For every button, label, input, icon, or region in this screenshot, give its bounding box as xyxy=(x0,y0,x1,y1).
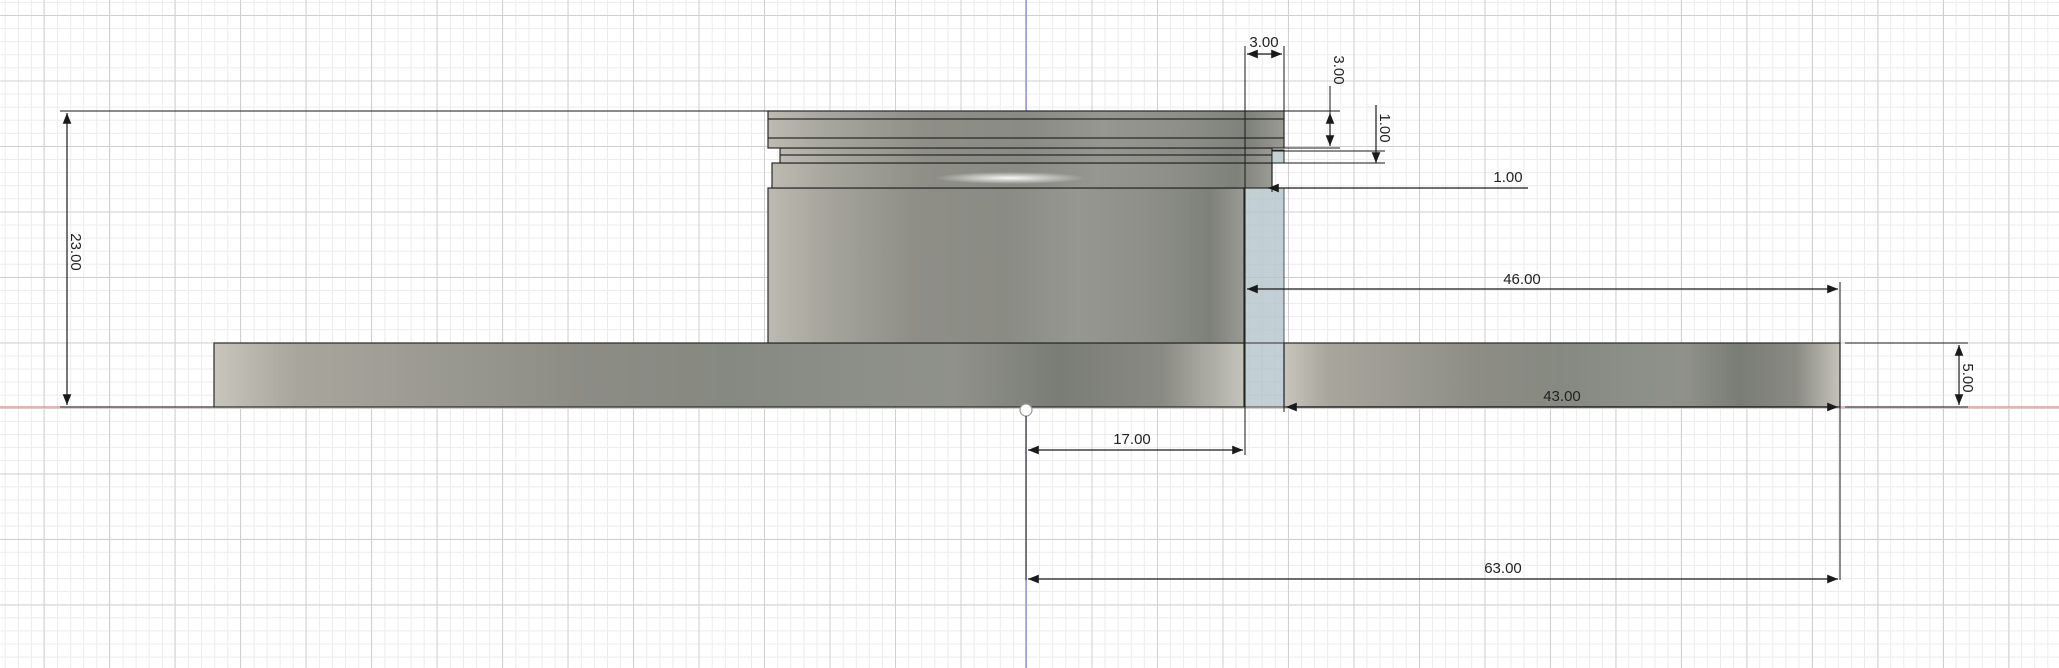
sketch-canvas[interactable]: 23.00 3.00 3.00 1.00 1.00 46.00 43.00 5.… xyxy=(0,0,2059,668)
origin-point[interactable] xyxy=(1019,403,1033,417)
cylinder-body[interactable] xyxy=(767,187,1245,344)
outer-radius-label[interactable]: 63.00 xyxy=(1484,560,1522,577)
lid[interactable] xyxy=(767,110,1285,149)
step-height-label[interactable]: 1.00 xyxy=(1376,113,1393,142)
base-thickness-label[interactable]: 5.00 xyxy=(1959,363,1976,392)
lid-width-label[interactable]: 3.00 xyxy=(1249,34,1278,51)
base-plate[interactable] xyxy=(213,342,1245,408)
step-offset-label[interactable]: 1.00 xyxy=(1493,169,1522,186)
lid-height-label[interactable]: 3.00 xyxy=(1330,55,1347,84)
lid-step-selected[interactable] xyxy=(1271,149,1285,164)
base-plate-selected-face[interactable] xyxy=(1243,342,1285,408)
flange-extent-label[interactable]: 46.00 xyxy=(1503,271,1541,288)
inner-radius-label[interactable]: 17.00 xyxy=(1113,431,1151,448)
flange-remaining-label[interactable]: 43.00 xyxy=(1543,388,1581,405)
canvas-viewport[interactable]: 23.00 3.00 3.00 1.00 1.00 46.00 43.00 5.… xyxy=(0,0,2059,668)
overall-height-label[interactable]: 23.00 xyxy=(67,233,84,271)
cylinder-selected-face[interactable] xyxy=(1243,187,1285,344)
neck-highlight xyxy=(935,172,1085,184)
